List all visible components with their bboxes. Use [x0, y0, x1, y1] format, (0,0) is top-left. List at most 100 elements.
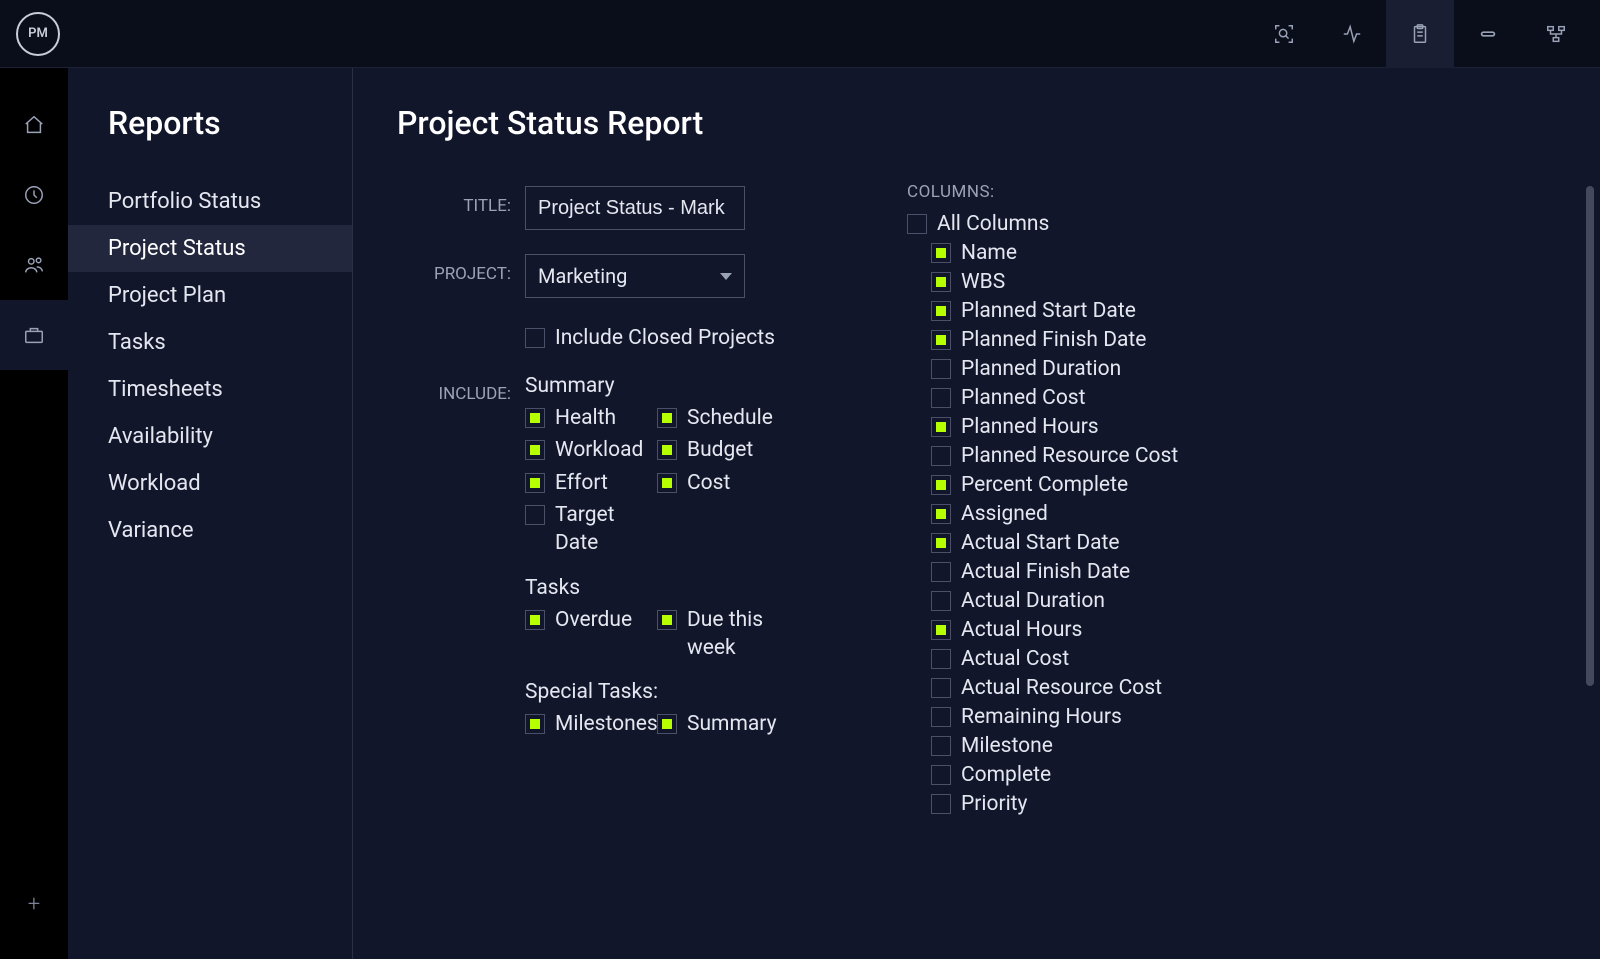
column-label: Actual Resource Cost — [961, 676, 1162, 700]
column-label: Actual Cost — [961, 647, 1069, 671]
include-label: Schedule — [687, 404, 773, 432]
checkbox-col-actual-cost[interactable] — [931, 649, 951, 669]
column-label: Planned Start Date — [961, 299, 1136, 323]
column-label: Milestone — [961, 734, 1053, 758]
checkbox-col-actual-resource-cost[interactable] — [931, 678, 951, 698]
checkbox-milestones[interactable] — [525, 714, 545, 734]
label-project: PROJECT: — [397, 254, 511, 284]
checkbox-schedule[interactable] — [657, 408, 677, 428]
checkbox-col-actual-hours[interactable] — [931, 620, 951, 640]
column-label: Planned Resource Cost — [961, 444, 1178, 468]
label-include: INCLUDE: — [397, 374, 511, 404]
logo-pm[interactable]: PM — [16, 12, 60, 56]
title-input[interactable] — [525, 186, 745, 230]
column-label: All Columns — [937, 212, 1049, 236]
checkbox-due-this-week[interactable] — [657, 610, 677, 630]
add-icon[interactable]: + — [0, 869, 68, 939]
checkbox-col-planned-start-date[interactable] — [931, 301, 951, 321]
checkbox-include-closed[interactable] — [525, 328, 545, 348]
sidebar-item-portfolio-status[interactable]: Portfolio Status — [68, 178, 352, 225]
scan-zoom-icon[interactable] — [1250, 0, 1318, 68]
column-label: Actual Start Date — [961, 531, 1120, 555]
checkbox-col-all-columns[interactable] — [907, 214, 927, 234]
checkbox-effort[interactable] — [525, 473, 545, 493]
column-label: WBS — [961, 270, 1005, 294]
include-label: Health — [555, 404, 616, 432]
include-label: Effort — [555, 469, 608, 497]
people-icon[interactable] — [0, 230, 68, 300]
checkbox-summary[interactable] — [657, 714, 677, 734]
checkbox-col-percent-complete[interactable] — [931, 475, 951, 495]
include-label: Workload — [555, 436, 643, 464]
sidebar-item-workload[interactable]: Workload — [68, 460, 352, 507]
checkbox-col-priority[interactable] — [931, 794, 951, 814]
column-label: Actual Hours — [961, 618, 1082, 642]
checkbox-target-date[interactable] — [525, 505, 545, 525]
checkbox-col-actual-finish-date[interactable] — [931, 562, 951, 582]
column-label: Remaining Hours — [961, 705, 1122, 729]
sidebar-panel: Reports Portfolio StatusProject StatusPr… — [68, 68, 353, 959]
checkbox-col-planned-resource-cost[interactable] — [931, 446, 951, 466]
clock-icon[interactable] — [0, 160, 68, 230]
checkbox-col-name[interactable] — [931, 243, 951, 263]
include-special-heading: Special Tasks: — [525, 680, 837, 704]
include-label: Budget — [687, 436, 753, 464]
checkbox-col-remaining-hours[interactable] — [931, 707, 951, 727]
label-include-closed: Include Closed Projects — [555, 326, 775, 350]
project-select-value: Marketing — [538, 264, 627, 288]
label-columns: COLUMNS: — [907, 182, 1556, 202]
checkbox-col-planned-hours[interactable] — [931, 417, 951, 437]
sidebar-title: Reports — [68, 104, 352, 178]
checkbox-col-planned-cost[interactable] — [931, 388, 951, 408]
sidebar-item-tasks[interactable]: Tasks — [68, 319, 352, 366]
checkbox-overdue[interactable] — [525, 610, 545, 630]
minus-rect-icon[interactable] — [1454, 0, 1522, 68]
sidebar-item-project-status[interactable]: Project Status — [68, 225, 352, 272]
home-icon[interactable] — [0, 90, 68, 160]
checkbox-col-complete[interactable] — [931, 765, 951, 785]
content-area: Project Status Report TITLE: PROJECT: Ma… — [353, 68, 1600, 959]
include-label: Summary — [687, 710, 777, 738]
column-label: Priority — [961, 792, 1027, 816]
project-select[interactable]: Marketing — [525, 254, 745, 298]
checkbox-col-planned-duration[interactable] — [931, 359, 951, 379]
column-label: Planned Cost — [961, 386, 1086, 410]
activity-icon[interactable] — [1318, 0, 1386, 68]
column-label: Planned Duration — [961, 357, 1121, 381]
checkbox-cost[interactable] — [657, 473, 677, 493]
scrollbar[interactable] — [1586, 186, 1594, 686]
checkbox-budget[interactable] — [657, 440, 677, 460]
topbar: PM — [0, 0, 1600, 68]
include-summary-heading: Summary — [525, 374, 837, 398]
page-title: Project Status Report — [397, 104, 837, 142]
checkbox-col-wbs[interactable] — [931, 272, 951, 292]
hierarchy-icon[interactable] — [1522, 0, 1590, 68]
column-label: Actual Finish Date — [961, 560, 1130, 584]
sidebar-item-project-plan[interactable]: Project Plan — [68, 272, 352, 319]
include-tasks-heading: Tasks — [525, 576, 837, 600]
include-label: Cost — [687, 469, 730, 497]
sidebar-rail: + — [0, 68, 68, 959]
sidebar-item-availability[interactable]: Availability — [68, 413, 352, 460]
clipboard-icon[interactable] — [1386, 0, 1454, 68]
checkbox-col-actual-start-date[interactable] — [931, 533, 951, 553]
checkbox-col-assigned[interactable] — [931, 504, 951, 524]
column-label: Percent Complete — [961, 473, 1128, 497]
chevron-down-icon — [720, 273, 732, 280]
sidebar-item-variance[interactable]: Variance — [68, 507, 352, 554]
checkbox-col-planned-finish-date[interactable] — [931, 330, 951, 350]
include-label: Target Date — [555, 501, 641, 558]
checkbox-health[interactable] — [525, 408, 545, 428]
include-label: Overdue — [555, 606, 632, 634]
checkbox-col-actual-duration[interactable] — [931, 591, 951, 611]
column-label: Name — [961, 241, 1017, 265]
briefcase-icon[interactable] — [0, 300, 68, 370]
include-label: Milestones — [555, 710, 658, 738]
column-label: Assigned — [961, 502, 1048, 526]
label-title: TITLE: — [397, 186, 511, 216]
column-label: Complete — [961, 763, 1051, 787]
checkbox-col-milestone[interactable] — [931, 736, 951, 756]
checkbox-workload[interactable] — [525, 440, 545, 460]
column-label: Actual Duration — [961, 589, 1105, 613]
sidebar-item-timesheets[interactable]: Timesheets — [68, 366, 352, 413]
